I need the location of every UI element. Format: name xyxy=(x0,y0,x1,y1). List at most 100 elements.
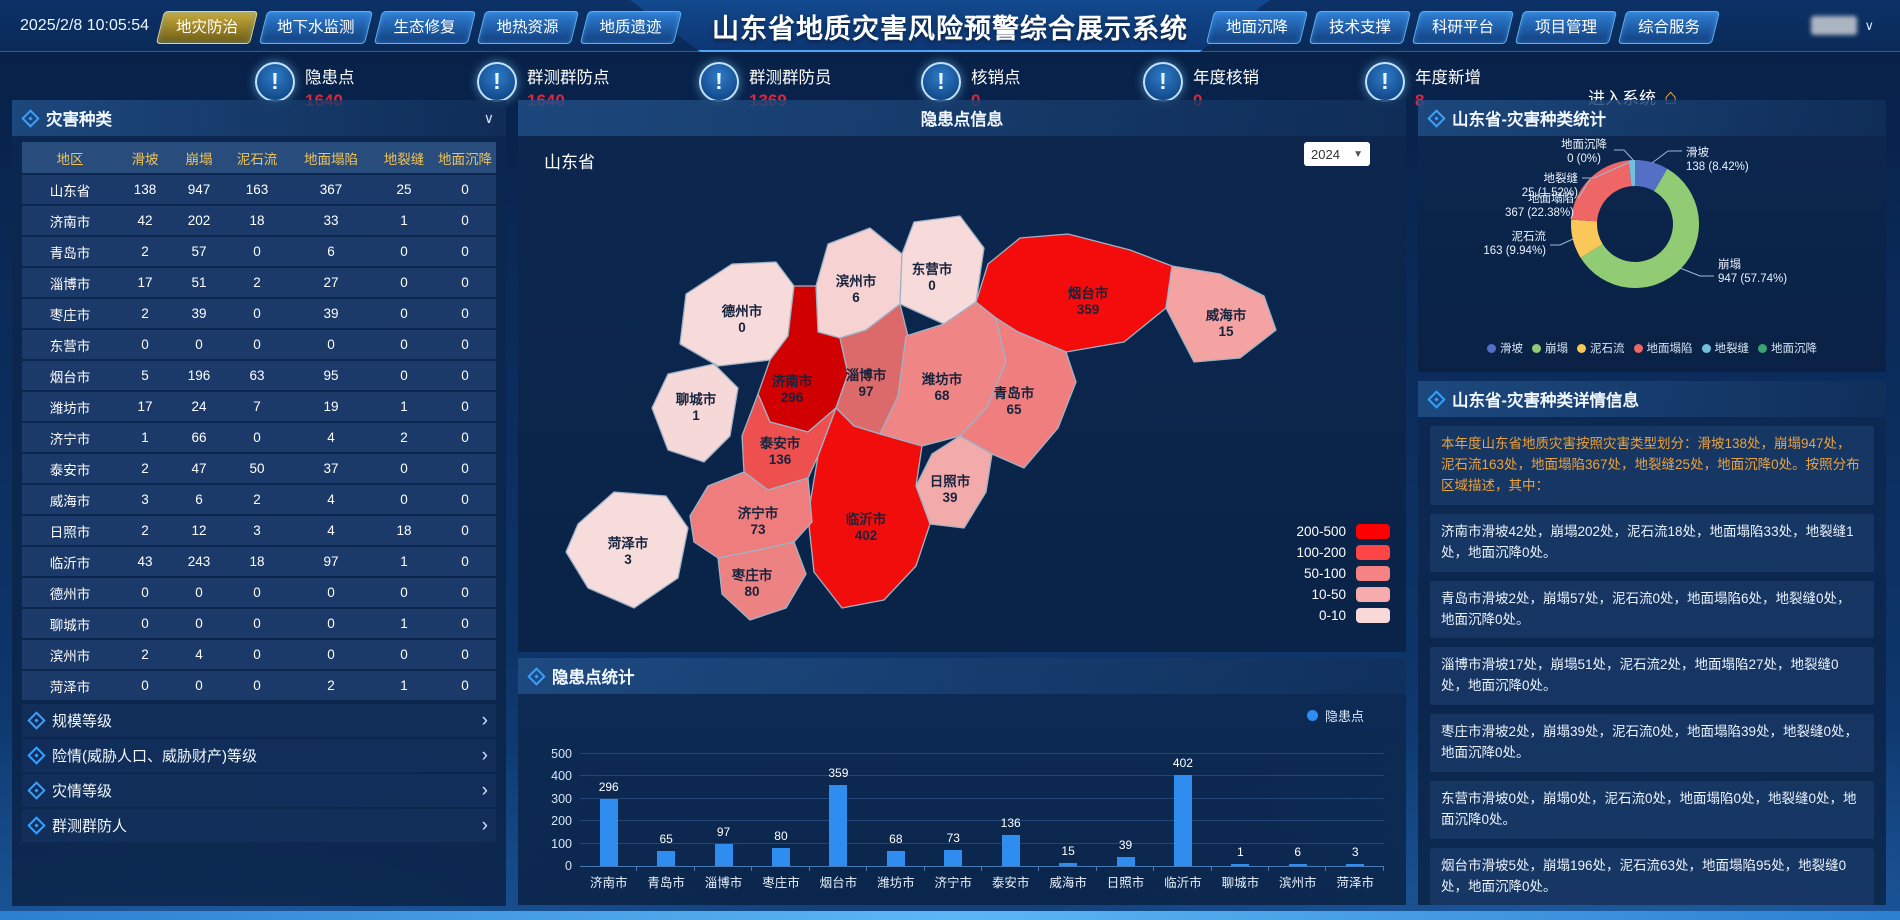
bar-泰安市[interactable] xyxy=(1002,835,1020,866)
value-cell: 0 xyxy=(226,337,288,352)
map-legend: 200-500100-20050-10010-500-10 xyxy=(1296,521,1390,626)
bar-chart: 0100200300400500296济南市65青岛市97淄博市80枣庄市359… xyxy=(580,754,1384,867)
table-row[interactable]: 泰安市247503700 xyxy=(22,454,496,483)
map-legend-range: 10-50 xyxy=(1311,587,1346,602)
value-cell: 0 xyxy=(288,616,374,631)
y-axis-tick: 100 xyxy=(532,837,572,851)
table-row[interactable]: 潍坊市172471910 xyxy=(22,392,496,421)
diamond-icon xyxy=(27,816,45,834)
table-row[interactable]: 东营市000000 xyxy=(22,330,496,359)
bar-slot-潍坊市: 68潍坊市 xyxy=(867,754,924,866)
page-title: 山东省地质灾害风险预警综合展示系统 xyxy=(712,7,1188,46)
accordion-群测群防人[interactable]: 群测群防人› xyxy=(22,809,496,842)
value-cell: 202 xyxy=(172,213,226,228)
tab-label: 地面沉降 xyxy=(1224,11,1290,44)
value-cell: 42 xyxy=(118,213,172,228)
value-cell: 63 xyxy=(226,368,288,383)
bar-淄博市[interactable] xyxy=(715,844,733,866)
bar-value-label: 1 xyxy=(1212,845,1269,859)
value-cell: 7 xyxy=(226,399,288,414)
tab-地质遗迹[interactable]: 地质遗迹 xyxy=(584,11,678,44)
bar-滨州市[interactable] xyxy=(1289,864,1307,866)
bar-潍坊市[interactable] xyxy=(887,851,905,866)
tab-label: 地下水监测 xyxy=(277,11,355,44)
collapse-chevron-icon[interactable]: ∨ xyxy=(484,110,494,127)
tab-技术支撑[interactable]: 技术支撑 xyxy=(1313,11,1407,44)
title-banner: 山东省地质灾害风险预警综合展示系统 xyxy=(630,0,1270,52)
accordion-险情(威胁人口、威胁财产)等级[interactable]: 险情(威胁人口、威胁财产)等级› xyxy=(22,739,496,772)
bar-烟台市[interactable] xyxy=(829,785,847,866)
bar-日照市[interactable] xyxy=(1117,857,1135,866)
table-row[interactable]: 青岛市2570600 xyxy=(22,237,496,266)
tab-地灾防治[interactable]: 地灾防治 xyxy=(160,11,254,44)
tab-项目管理[interactable]: 项目管理 xyxy=(1519,11,1613,44)
pie-legend-item-崩塌[interactable]: 崩塌 xyxy=(1532,340,1568,356)
value-cell: 0 xyxy=(288,647,374,662)
stat-label: 年度新增 xyxy=(1415,64,1481,88)
tab-label: 地热资源 xyxy=(495,11,561,44)
column-header: 地区 xyxy=(22,148,118,168)
bar-济南市[interactable] xyxy=(600,799,618,866)
bar-聊城市[interactable] xyxy=(1231,864,1249,866)
table-row[interactable]: 临沂市43243189710 xyxy=(22,547,496,576)
bar-威海市[interactable] xyxy=(1059,863,1077,866)
bar-chart-legend[interactable]: 隐患点 xyxy=(1307,706,1364,725)
value-cell: 3 xyxy=(118,492,172,507)
table-row[interactable]: 枣庄市23903900 xyxy=(22,299,496,328)
accordion-规模等级[interactable]: 规模等级› xyxy=(22,704,496,737)
accordion-灾情等级[interactable]: 灾情等级› xyxy=(22,774,496,807)
disaster-details-panel: 山东省-灾害种类详情信息 本年度山东省地质灾害按照灾害类型划分：滑坡138处，崩… xyxy=(1418,381,1886,905)
tab-综合服务[interactable]: 综合服务 xyxy=(1622,11,1716,44)
pie-legend-item-地裂缝[interactable]: 地裂缝 xyxy=(1702,340,1750,356)
table-row[interactable]: 聊城市000010 xyxy=(22,609,496,638)
value-cell: 24 xyxy=(172,399,226,414)
pie-callout-label-崩塌: 崩塌947 (57.74%) xyxy=(1718,257,1787,285)
pie-callout-label-泥石流: 泥石流163 (9.94%) xyxy=(1483,229,1546,257)
bar-slot-淄博市: 97淄博市 xyxy=(695,754,752,866)
bar-济宁市[interactable] xyxy=(944,850,962,866)
bar-value-label: 80 xyxy=(752,829,809,843)
bar-临沂市[interactable] xyxy=(1174,775,1192,866)
map-legend-swatch xyxy=(1356,545,1390,560)
table-row[interactable]: 日照市21234180 xyxy=(22,516,496,545)
tab-科研平台[interactable]: 科研平台 xyxy=(1416,11,1510,44)
pie-slice-地面塌陷[interactable] xyxy=(1571,160,1631,221)
region-cell: 临沂市 xyxy=(22,552,118,572)
table-row[interactable]: 山东省138947163367250 xyxy=(22,175,496,204)
map-legend-range: 50-100 xyxy=(1304,566,1346,581)
pie-legend-item-泥石流[interactable]: 泥石流 xyxy=(1577,340,1625,356)
value-cell: 0 xyxy=(434,337,496,352)
value-cell: 0 xyxy=(374,647,434,662)
x-axis-label: 青岛市 xyxy=(637,872,694,891)
table-row[interactable]: 菏泽市000210 xyxy=(22,671,496,700)
value-cell: 2 xyxy=(226,492,288,507)
table-row[interactable]: 烟台市5196639500 xyxy=(22,361,496,390)
user-menu[interactable]: ∨ xyxy=(1811,16,1874,35)
pie-legend-item-地面塌陷[interactable]: 地面塌陷 xyxy=(1634,340,1693,356)
table-row[interactable]: 滨州市240000 xyxy=(22,640,496,669)
pie-legend-item-地面沉降[interactable]: 地面沉降 xyxy=(1758,340,1817,356)
bar-枣庄市[interactable] xyxy=(772,848,790,866)
region-cell: 滨州市 xyxy=(22,645,118,665)
table-row[interactable]: 淄博市175122700 xyxy=(22,268,496,297)
table-row[interactable]: 威海市362400 xyxy=(22,485,496,514)
table-row[interactable]: 济宁市1660420 xyxy=(22,423,496,452)
tab-生态修复[interactable]: 生态修复 xyxy=(378,11,472,44)
table-row[interactable]: 德州市000000 xyxy=(22,578,496,607)
chevron-right-icon: › xyxy=(482,711,488,730)
details-item: 枣庄市滑坡2处，崩塌39处，泥石流0处，地面塌陷39处，地裂缝0处，地面沉降0处… xyxy=(1430,714,1874,772)
bar-菏泽市[interactable] xyxy=(1346,864,1364,866)
value-cell: 0 xyxy=(434,244,496,259)
table-row[interactable]: 济南市42202183310 xyxy=(22,206,496,235)
legend-dot-icon xyxy=(1577,344,1586,353)
bar-slot-枣庄市: 80枣庄市 xyxy=(752,754,809,866)
tab-地面沉降[interactable]: 地面沉降 xyxy=(1210,11,1304,44)
bar-青岛市[interactable] xyxy=(657,851,675,866)
value-cell: 2 xyxy=(118,647,172,662)
donut-chart: 滑坡138 (8.42%)崩塌947 (57.74%)泥石流163 (9.94%… xyxy=(1418,136,1886,336)
pie-legend-item-滑坡[interactable]: 滑坡 xyxy=(1487,340,1523,356)
tab-地热资源[interactable]: 地热资源 xyxy=(481,11,575,44)
tab-地下水监测[interactable]: 地下水监测 xyxy=(263,11,369,44)
bar-panel-header: 隐患点统计 xyxy=(518,658,1406,694)
value-cell: 27 xyxy=(288,275,374,290)
